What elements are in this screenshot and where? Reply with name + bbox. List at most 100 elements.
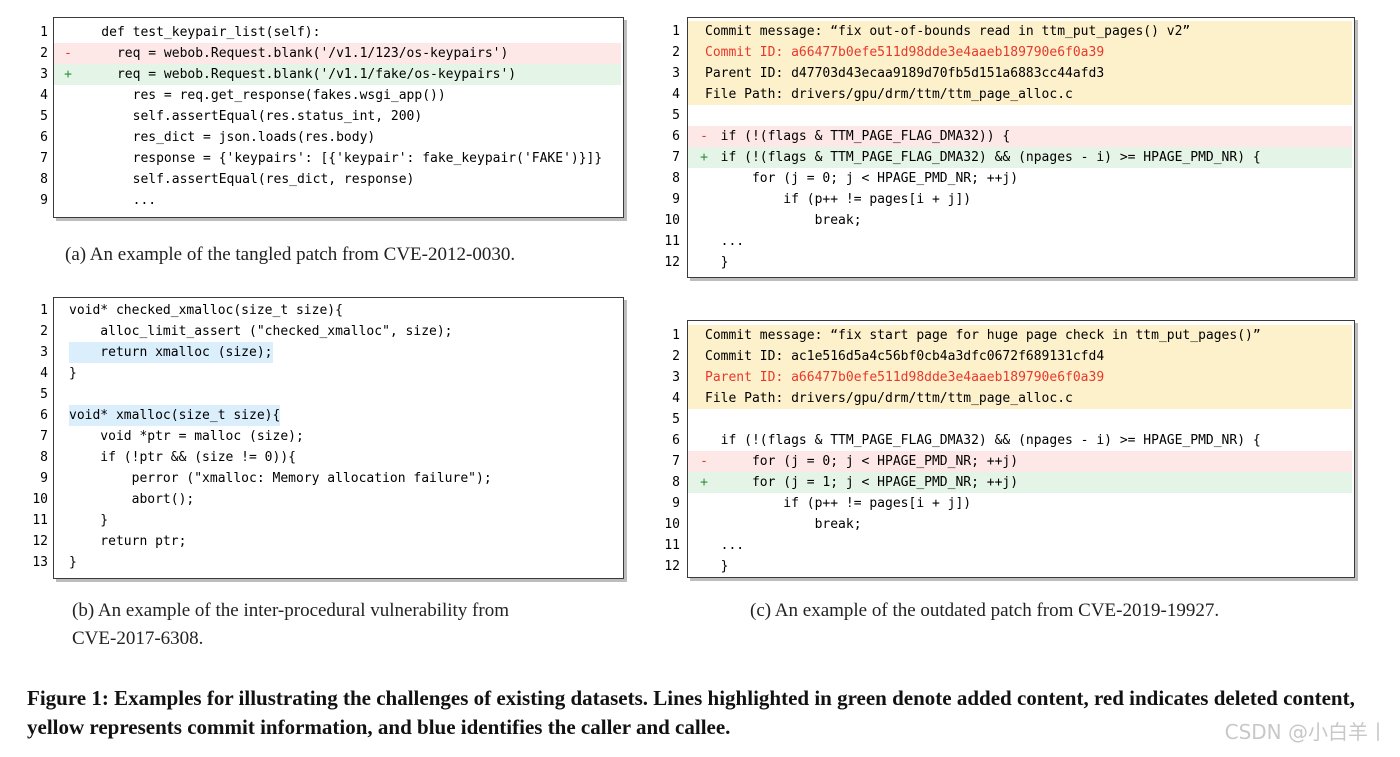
- code-text: perror ("xmalloc: Memory allocation fail…: [69, 471, 492, 486]
- line-number: 2: [672, 349, 680, 364]
- caption-b-line2: CVE-2017-6308.: [72, 628, 204, 649]
- line-number: 5: [40, 109, 48, 124]
- code-line: - req = webob.Request.blank('/v1.1/123/o…: [54, 43, 621, 64]
- line-number: 1: [40, 25, 48, 40]
- code-text: self.assertEqual(res_dict, response): [70, 172, 415, 187]
- code-text: if (!(flags & TTM_PAGE_FLAG_DMA32) && (n…: [705, 150, 1261, 165]
- line-number: 4: [40, 88, 48, 103]
- code-text: def test_keypair_list(self):: [70, 25, 321, 40]
- code-line: Commit message: “fix out-of-bounds read …: [688, 21, 1352, 42]
- code-line: }: [688, 252, 1352, 273]
- code-text: break;: [705, 517, 862, 532]
- line-number: 11: [32, 513, 48, 528]
- code-line: abort();: [54, 489, 621, 510]
- line-number: 3: [40, 345, 48, 360]
- watermark: CSDN @小白羊丨: [1224, 720, 1388, 744]
- code-text: Commit ID: a66477b0efe511d98dde3e4aaeb18…: [705, 45, 1105, 60]
- code-text: response = {'keypairs': [{'keypair': fak…: [70, 151, 603, 166]
- code-line: ...: [688, 535, 1352, 556]
- code-text: ...: [70, 193, 157, 208]
- code-line: break;: [688, 210, 1352, 231]
- line-number: 8: [672, 171, 680, 186]
- code-line: void *ptr = malloc (size);: [54, 426, 621, 447]
- code-line: break;: [688, 514, 1352, 535]
- code-text: ...: [705, 234, 745, 249]
- code-line: Commit ID: a66477b0efe511d98dde3e4aaeb18…: [688, 42, 1352, 63]
- code-line: alloc_limit_assert ("checked_xmalloc", s…: [54, 321, 621, 342]
- line-number: 2: [40, 324, 48, 339]
- code-line: File Path: drivers/gpu/drm/ttm/ttm_page_…: [688, 388, 1352, 409]
- line-number: 12: [664, 255, 680, 270]
- code-text: }: [69, 366, 77, 381]
- code-text: alloc_limit_assert ("checked_xmalloc", s…: [69, 324, 453, 339]
- code-line: }: [688, 556, 1352, 577]
- code-text: req = webob.Request.blank('/v1.1/fake/os…: [70, 67, 517, 82]
- line-number: 9: [40, 193, 48, 208]
- code-line: File Path: drivers/gpu/drm/ttm/ttm_page_…: [688, 84, 1352, 105]
- code-line: + req = webob.Request.blank('/v1.1/fake/…: [54, 64, 621, 85]
- code-line: self.assertEqual(res.status_int, 200): [54, 106, 621, 127]
- line-number: 7: [672, 150, 680, 165]
- code-line: - if (!(flags & TTM_PAGE_FLAG_DMA32)) {: [688, 126, 1352, 147]
- line-number: 1: [672, 24, 680, 39]
- code-line: Commit message: “fix start page for huge…: [688, 325, 1352, 346]
- code-text: Commit message: “fix out-of-bounds read …: [705, 24, 1191, 39]
- caption-a: (a) An example of the tangled patch from…: [65, 244, 516, 265]
- code-line: Parent ID: d47703d43ecaa9189d70fb5d151a6…: [688, 63, 1352, 84]
- code-text: abort();: [69, 492, 195, 507]
- line-number: 2: [40, 46, 48, 61]
- line-number: 9: [672, 192, 680, 207]
- code-line: - for (j = 0; j < HPAGE_PMD_NR; ++j): [688, 451, 1352, 472]
- line-number: 9: [40, 471, 48, 486]
- code-text: req = webob.Request.blank('/v1.1/123/os-…: [70, 46, 509, 61]
- code-text: return xmalloc (size);: [69, 342, 273, 363]
- code-line: return ptr;: [54, 531, 621, 552]
- caption-b-line1: (b) An example of the inter-procedural v…: [72, 600, 509, 621]
- code-text: if (!(flags & TTM_PAGE_FLAG_DMA32)) {: [705, 129, 1011, 144]
- code-line: + if (!(flags & TTM_PAGE_FLAG_DMA32) && …: [688, 147, 1352, 168]
- code-line: return xmalloc (size);: [54, 342, 621, 363]
- code-line: void* checked_xmalloc(size_t size){: [54, 300, 621, 321]
- code-line: + for (j = 1; j < HPAGE_PMD_NR; ++j): [688, 472, 1352, 493]
- line-number: 5: [40, 387, 48, 402]
- code-line: for (j = 0; j < HPAGE_PMD_NR; ++j): [688, 168, 1352, 189]
- line-number: 2: [672, 45, 680, 60]
- line-number: 4: [672, 87, 680, 102]
- line-number: 10: [664, 213, 680, 228]
- code-text: Commit message: “fix start page for huge…: [705, 328, 1261, 343]
- line-number: 6: [672, 433, 680, 448]
- code-line: if (!(flags & TTM_PAGE_FLAG_DMA32) && (n…: [688, 430, 1352, 451]
- line-number: 10: [664, 517, 680, 532]
- line-number: 8: [40, 450, 48, 465]
- line-number: 3: [40, 67, 48, 82]
- line-number: 5: [672, 412, 680, 427]
- line-number: 3: [672, 370, 680, 385]
- line-number: 7: [40, 151, 48, 166]
- code-line: def test_keypair_list(self):: [54, 22, 621, 43]
- code-line: }: [54, 363, 621, 384]
- line-number: 9: [672, 496, 680, 511]
- code-line: Commit ID: ac1e516d5a4c56bf0cb4a3dfc0672…: [688, 346, 1352, 367]
- line-number: 8: [40, 172, 48, 187]
- caption-c: (c) An example of the outdated patch fro…: [750, 600, 1220, 621]
- code-line: if (p++ != pages[i + j]): [688, 189, 1352, 210]
- code-line: }: [54, 552, 621, 573]
- line-number: 1: [672, 328, 680, 343]
- code-text: File Path: drivers/gpu/drm/ttm/ttm_page_…: [705, 391, 1073, 406]
- code-line: }: [54, 510, 621, 531]
- code-line: res = req.get_response(fakes.wsgi_app()): [54, 85, 621, 106]
- code-text: for (j = 0; j < HPAGE_PMD_NR; ++j): [705, 454, 1019, 469]
- code-line: void* xmalloc(size_t size){: [54, 405, 621, 426]
- line-number: 10: [32, 492, 48, 507]
- code-text: Parent ID: a66477b0efe511d98dde3e4aaeb18…: [705, 370, 1105, 385]
- code-line: ...: [688, 231, 1352, 252]
- code-text: File Path: drivers/gpu/drm/ttm/ttm_page_…: [705, 87, 1073, 102]
- code-text: void* checked_xmalloc(size_t size){: [69, 303, 343, 318]
- code-text: void *ptr = malloc (size);: [69, 429, 304, 444]
- line-number: 13: [32, 555, 48, 570]
- figure-caption: Figure 1: Examples for illustrating the …: [27, 686, 1355, 739]
- line-number: 3: [672, 66, 680, 81]
